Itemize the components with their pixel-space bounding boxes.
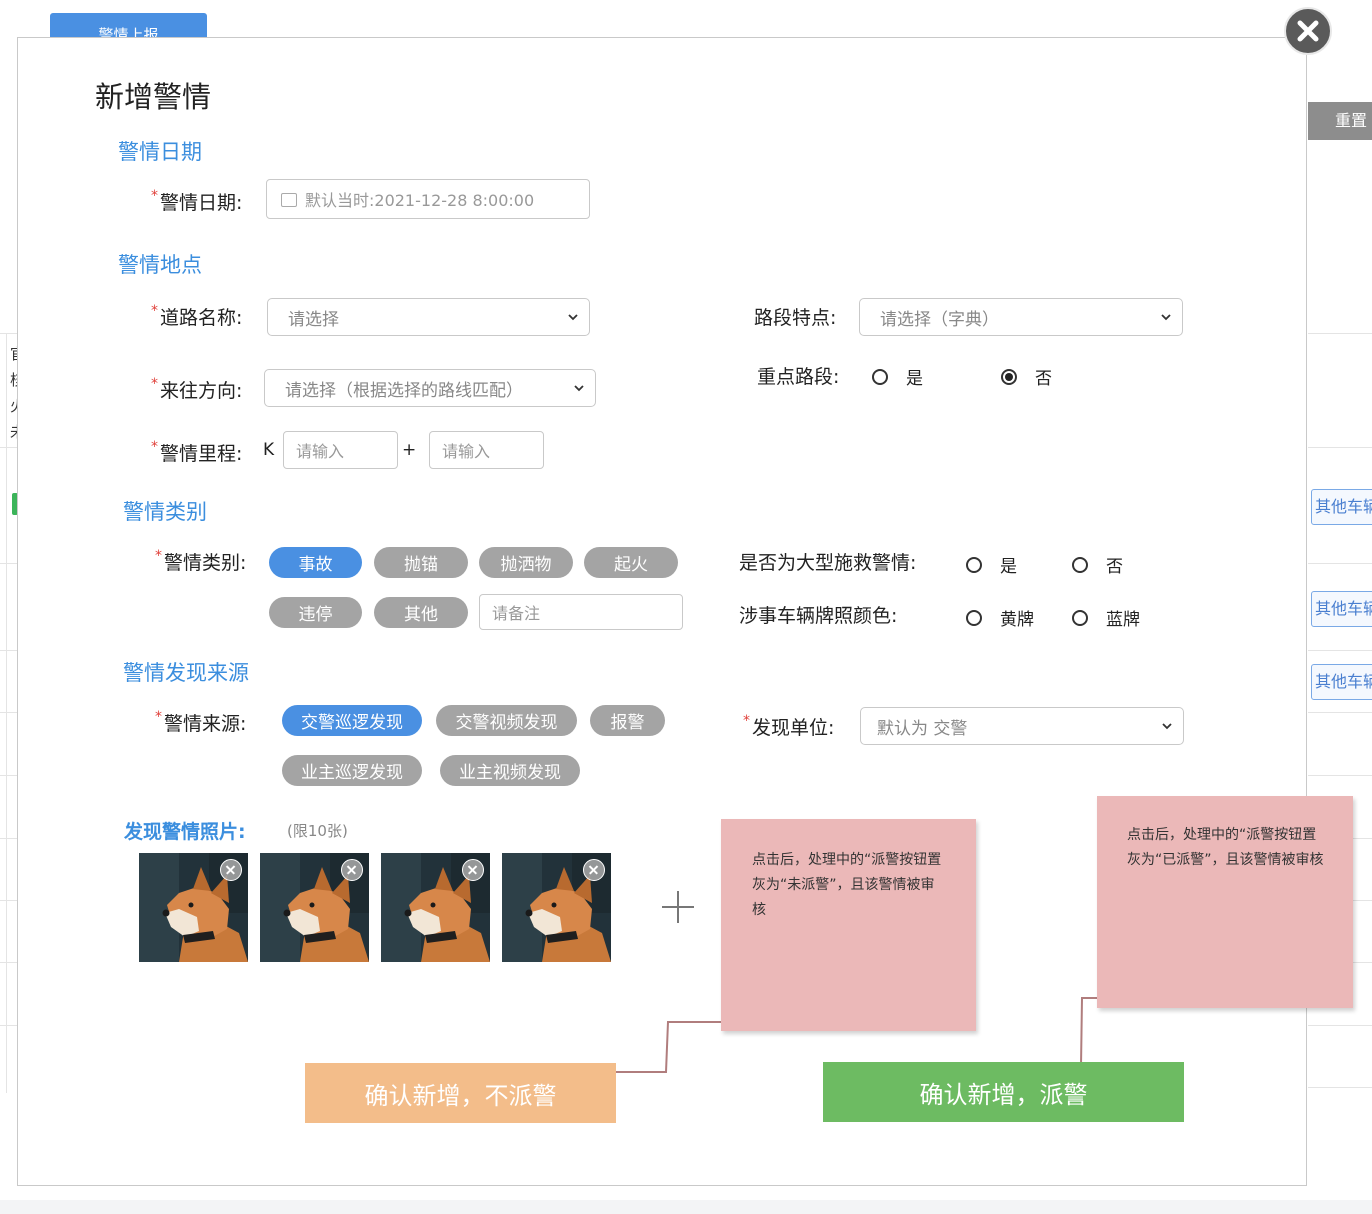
confirm-dispatch-button[interactable]: 确认新增，派警 <box>823 1062 1184 1122</box>
annotation-note-dispatch: 点击后，处理中的“派警按钮置灰为“已派警”，且该警情被审核 <box>1097 796 1353 1008</box>
confirm-no-dispatch-button[interactable]: 确认新增，不派警 <box>305 1063 616 1123</box>
annotation-connectors <box>579 995 1111 1075</box>
annotation-note-no-dispatch: 点击后，处理中的“派警按钮置灰为“未派警”，且该警情被审核 <box>721 819 976 1031</box>
